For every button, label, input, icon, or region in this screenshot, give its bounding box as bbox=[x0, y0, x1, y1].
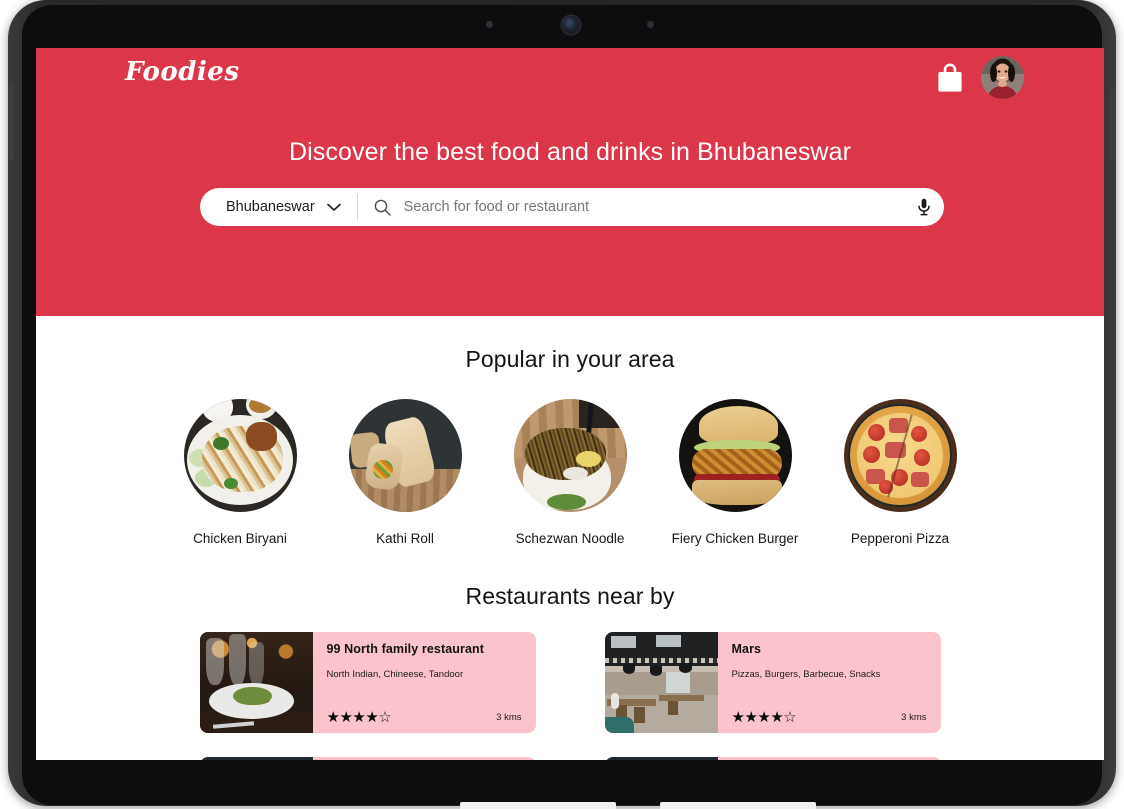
popular-item-label: Fiery Chicken Burger bbox=[671, 531, 799, 546]
popular-section-title: Popular in your area bbox=[465, 346, 675, 372]
restaurant-info: Mars Pizzas, Burgers, Barbecue, Snacks ★… bbox=[717, 632, 941, 733]
popular-item-label: Pepperoni Pizza bbox=[850, 531, 950, 546]
restaurant-name: 99 North family restaurant bbox=[326, 642, 485, 656]
popular-item-pepperoni-pizza[interactable]: Pepperoni Pizza bbox=[843, 399, 957, 546]
sensor-dot-left-icon bbox=[486, 21, 493, 28]
restaurant-card[interactable] bbox=[199, 757, 536, 760]
microphone-icon bbox=[917, 198, 931, 216]
chevron-down-icon bbox=[326, 203, 341, 212]
fiery-chicken-burger-image bbox=[678, 399, 792, 512]
popular-item-chicken-biryani[interactable]: Chicken Biryani bbox=[183, 399, 297, 546]
rating-stars: ★★★★☆ bbox=[326, 709, 392, 726]
city-selector[interactable]: Bhubaneswar bbox=[200, 188, 357, 226]
avatar-photo bbox=[981, 56, 1024, 99]
restaurant-distance: 3 kms bbox=[496, 712, 522, 723]
hero-banner: Foodies Discover the best food and drink… bbox=[36, 48, 1104, 316]
app-screen: Foodies Discover the best food and drink… bbox=[36, 48, 1104, 760]
hero-title: Discover the best food and drinks in Bhu… bbox=[288, 138, 852, 166]
speaker-grille-left bbox=[460, 802, 616, 809]
restaurant-thumbnail bbox=[199, 632, 313, 733]
popular-item-kathi-roll[interactable]: Kathi Roll bbox=[348, 399, 462, 546]
restaurant-footer: ★★★★☆ 3 kms bbox=[732, 710, 927, 725]
front-camera-icon bbox=[562, 16, 580, 34]
restaurant-card[interactable]: 99 North family restaurant North Indian,… bbox=[199, 632, 536, 733]
rating-stars: ★★★★☆ bbox=[731, 709, 797, 726]
user-avatar[interactable] bbox=[981, 56, 1024, 99]
speaker-grille-right bbox=[660, 802, 816, 809]
restaurant-info: 99 North family restaurant North Indian,… bbox=[312, 632, 536, 733]
restaurant-footer: ★★★★☆ 3 kms bbox=[327, 710, 522, 725]
pepperoni-pizza-image bbox=[843, 399, 957, 512]
restaurants-section-title: Restaurants near by bbox=[465, 583, 675, 609]
popular-items-row: Chicken Biryani Kathi Roll Schezwan Nood… bbox=[36, 399, 1104, 546]
header-actions bbox=[935, 56, 1024, 99]
restaurant-thumbnail bbox=[604, 757, 718, 760]
chicken-biryani-image bbox=[183, 399, 297, 512]
city-selector-label: Bhubaneswar bbox=[226, 199, 315, 215]
app-logo[interactable]: Foodies bbox=[125, 57, 239, 87]
search-field-area bbox=[358, 187, 944, 227]
search-input[interactable] bbox=[401, 187, 893, 227]
restaurants-next-row-partial bbox=[36, 757, 1104, 760]
restaurant-thumbnail bbox=[604, 632, 718, 733]
popular-item-label: Chicken Biryani bbox=[193, 531, 287, 546]
popular-item-schezwan-noodle[interactable]: Schezwan Noodle bbox=[513, 399, 627, 546]
restaurant-cuisine: North Indian, Chineese, Tandoor bbox=[326, 669, 464, 680]
power-button[interactable] bbox=[1110, 90, 1116, 160]
tablet-device-frame: Foodies Discover the best food and drink… bbox=[8, 0, 1116, 809]
restaurants-grid: 99 North family restaurant North Indian,… bbox=[36, 632, 1104, 735]
shopping-bag-button[interactable] bbox=[935, 61, 965, 95]
restaurant-info bbox=[717, 757, 941, 760]
popular-item-fiery-chicken-burger[interactable]: Fiery Chicken Burger bbox=[672, 399, 798, 546]
popular-item-label: Kathi Roll bbox=[376, 531, 434, 546]
search-bar: Bhubaneswar bbox=[200, 187, 944, 227]
schezwan-noodle-image bbox=[513, 399, 627, 512]
shopping-bag-icon bbox=[937, 63, 963, 93]
restaurant-cuisine: Pizzas, Burgers, Barbecue, Snacks bbox=[731, 669, 881, 680]
volume-button[interactable] bbox=[8, 82, 14, 160]
restaurant-thumbnail bbox=[199, 757, 313, 760]
popular-item-label: Schezwan Noodle bbox=[515, 531, 625, 546]
microphone-button[interactable] bbox=[904, 188, 944, 226]
restaurant-info bbox=[312, 757, 536, 760]
restaurant-card[interactable]: Mars Pizzas, Burgers, Barbecue, Snacks ★… bbox=[604, 632, 941, 733]
restaurant-distance: 3 kms bbox=[901, 712, 927, 723]
restaurant-name: Mars bbox=[731, 642, 762, 656]
restaurant-card[interactable] bbox=[604, 757, 941, 760]
search-icon bbox=[374, 199, 391, 216]
kathi-roll-image bbox=[348, 399, 462, 512]
sensor-dot-right-icon bbox=[647, 21, 654, 28]
main-content: Popular in your area Chicken Biryani Kat… bbox=[36, 346, 1104, 760]
